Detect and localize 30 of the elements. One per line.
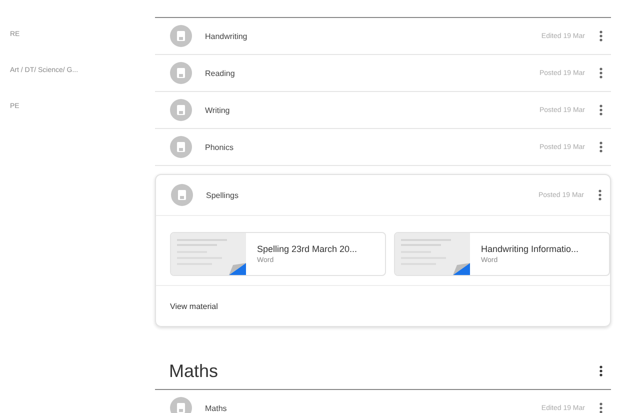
dots-icon (599, 30, 603, 42)
more-options-icon[interactable] (597, 30, 605, 42)
assignment-icon (170, 397, 192, 413)
assignment-icon (170, 62, 192, 84)
post-title[interactable]: Reading (205, 68, 540, 78)
dots-icon (599, 141, 603, 153)
post-title[interactable]: Spellings (206, 190, 538, 200)
post-title[interactable]: Phonics (205, 142, 540, 152)
assignment-icon (170, 99, 192, 121)
attachment-name: Spelling 23rd March 20... (257, 244, 358, 254)
assignment-icon (170, 25, 192, 47)
assignment-icon (170, 136, 192, 158)
more-options-icon[interactable] (597, 141, 605, 153)
post-title[interactable]: Maths (205, 404, 542, 412)
dots-icon (599, 104, 603, 116)
section-heading: Maths (169, 360, 218, 382)
dots-icon (598, 189, 602, 201)
more-options-icon[interactable] (597, 67, 605, 79)
more-options-icon[interactable] (597, 402, 605, 413)
view-material-link[interactable]: View material (170, 302, 218, 311)
dots-icon (599, 402, 603, 413)
more-options-icon[interactable] (597, 104, 605, 116)
post-title[interactable]: Writing (205, 106, 540, 114)
dots-icon (599, 365, 603, 377)
more-options-icon[interactable] (597, 365, 605, 377)
post-title[interactable]: Handwriting (205, 32, 542, 40)
assignment-icon (171, 184, 193, 206)
attachment-name: Handwriting Informatio... (481, 244, 579, 254)
dots-icon (599, 67, 603, 79)
more-options-icon[interactable] (596, 189, 604, 201)
